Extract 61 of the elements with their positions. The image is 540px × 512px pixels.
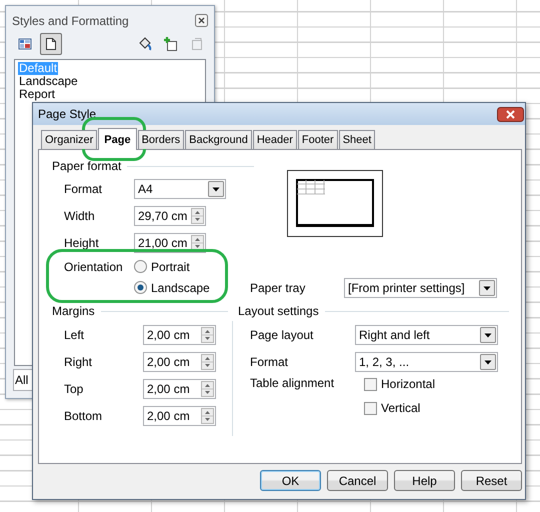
dropdown-button[interactable] bbox=[479, 280, 495, 296]
section-heading: Layout settings bbox=[238, 304, 319, 318]
spin-buttons[interactable] bbox=[201, 326, 214, 342]
checkbox-option[interactable]: Horizontal bbox=[364, 376, 521, 392]
style-item[interactable]: Landscape bbox=[18, 75, 79, 88]
spin-buttons[interactable] bbox=[191, 208, 204, 224]
field-label: Format bbox=[64, 182, 104, 196]
dropdown-button[interactable] bbox=[480, 326, 496, 342]
dropdown[interactable]: A4 bbox=[134, 178, 226, 198]
radio-option[interactable]: Landscape bbox=[134, 280, 244, 296]
window-title: Page Style bbox=[38, 107, 96, 121]
dialog-button[interactable]: Reset bbox=[461, 470, 522, 491]
spin-buttons[interactable] bbox=[191, 234, 204, 250]
field-label: Format bbox=[250, 354, 290, 368]
field-label: Page layout bbox=[250, 328, 314, 342]
dropdown-button[interactable] bbox=[208, 180, 224, 196]
dropdown[interactable]: [From printer settings] bbox=[344, 278, 497, 298]
field-label: Top bbox=[64, 382, 84, 396]
field-label: Orientation bbox=[64, 260, 124, 274]
field-label: Left bbox=[64, 328, 86, 342]
tab[interactable]: Sheet bbox=[338, 130, 376, 149]
dialog-button[interactable]: Help bbox=[394, 470, 455, 491]
spin-buttons[interactable] bbox=[201, 408, 214, 424]
field-label: Paper tray bbox=[249, 280, 306, 294]
spin-field[interactable]: 2,00 cm bbox=[143, 352, 216, 372]
tab[interactable]: Background bbox=[185, 130, 252, 149]
tab[interactable]: Organizer bbox=[41, 130, 98, 149]
radio-option[interactable]: Portrait bbox=[134, 258, 244, 274]
page-icon bbox=[43, 36, 59, 52]
field-label: Bottom bbox=[64, 408, 104, 422]
tab[interactable]: Borders bbox=[138, 130, 184, 149]
field-label: Table alignment bbox=[250, 376, 336, 390]
paint-bucket-icon[interactable] bbox=[137, 36, 153, 52]
field-label: Width bbox=[64, 208, 96, 222]
spin-field[interactable]: 2,00 cm bbox=[143, 324, 216, 344]
spin-field[interactable]: 29,70 cm bbox=[134, 206, 206, 226]
panel-title: Styles and Formatting bbox=[12, 14, 129, 28]
field-label: Height bbox=[64, 236, 100, 250]
style-item[interactable]: Report bbox=[18, 88, 56, 101]
section-heading: Paper format bbox=[52, 159, 122, 173]
filter-dropdown[interactable]: All bbox=[13, 369, 33, 391]
tab[interactable]: Footer bbox=[298, 130, 338, 149]
spin-buttons[interactable] bbox=[201, 354, 214, 370]
table-icon bbox=[17, 36, 33, 52]
dialog-button[interactable]: Cancel bbox=[327, 470, 388, 491]
spin-field[interactable]: 2,00 cm bbox=[143, 378, 216, 398]
tab[interactable]: Header bbox=[252, 130, 297, 149]
section-heading: Margins bbox=[52, 304, 95, 318]
spin-field[interactable]: 2,00 cm bbox=[143, 406, 216, 426]
dropdown[interactable]: Right and left bbox=[355, 324, 498, 344]
close-button[interactable] bbox=[497, 107, 524, 122]
dialog-button[interactable]: OK bbox=[260, 470, 321, 491]
field-label: Right bbox=[64, 354, 94, 368]
new-page-icon[interactable] bbox=[163, 36, 179, 52]
style-family-button[interactable] bbox=[40, 33, 62, 55]
spin-buttons[interactable] bbox=[201, 380, 214, 396]
dropdown[interactable]: 1, 2, 3, ... bbox=[355, 352, 498, 372]
close-icon[interactable] bbox=[195, 14, 208, 27]
checkbox-option[interactable]: Vertical bbox=[364, 400, 521, 416]
dropdown-button[interactable] bbox=[480, 354, 496, 370]
tab[interactable]: Page bbox=[98, 128, 137, 150]
